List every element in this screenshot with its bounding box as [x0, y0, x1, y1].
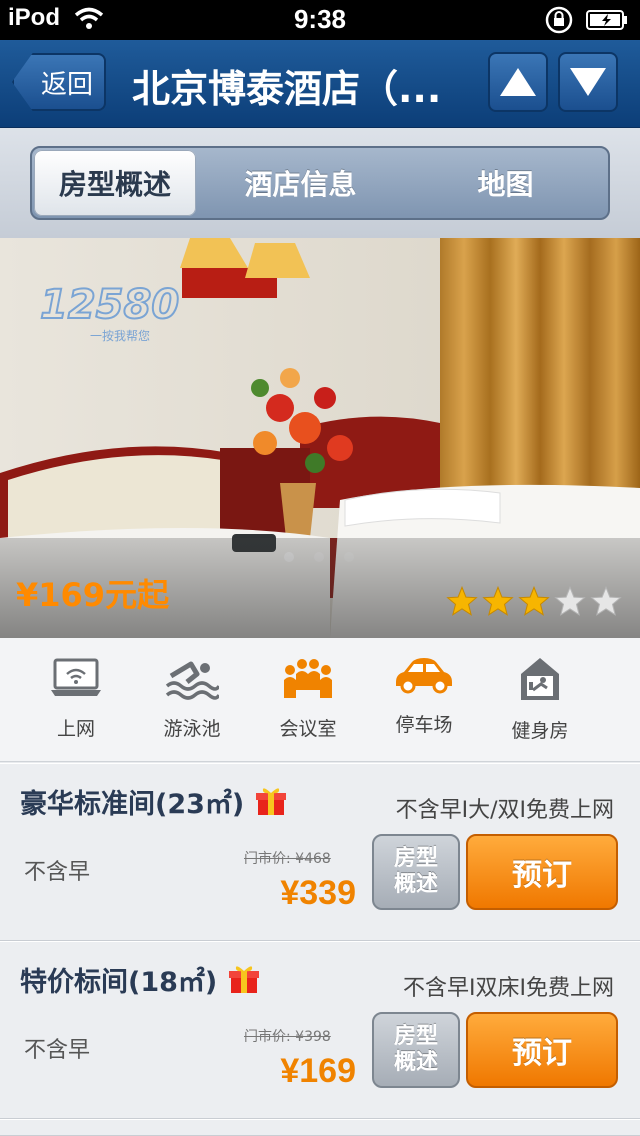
laptop-icon [51, 658, 101, 696]
meeting-icon [284, 659, 332, 698]
swimmer-icon [165, 661, 221, 700]
room-price: ¥169 [280, 1052, 356, 1090]
arrow-down-icon [570, 68, 606, 96]
amenity-label: 健身房 [511, 720, 569, 742]
star-empty-icon [590, 586, 622, 616]
starting-price: ¥169元起 [16, 576, 170, 614]
arrow-up-icon [500, 68, 536, 96]
book-button[interactable]: 预订 [466, 834, 618, 910]
amenity-internet: 上网 [26, 656, 126, 741]
tab-room-overview[interactable]: 房型概述 [34, 150, 196, 216]
tab-area: 房型概述 酒店信息 地图 [0, 128, 640, 238]
nav-bar: 返回 北京博泰酒店（... [0, 40, 640, 128]
breakfast-info: 不含早 [24, 1038, 91, 1063]
star-filled-icon [446, 586, 478, 616]
room-name-row: 特价标间(18㎡) [20, 960, 259, 999]
battery-icon [586, 10, 627, 30]
room-name-row: 豪华标准间(23㎡) [20, 782, 286, 821]
gift-icon [255, 788, 286, 815]
book-button[interactable]: 预订 [466, 1012, 618, 1088]
room-name: 豪华标准间(23㎡) [20, 789, 245, 820]
tab-hotel-info[interactable]: 酒店信息 [198, 148, 403, 218]
star-filled-icon [482, 586, 514, 616]
amenity-label: 会议室 [279, 718, 337, 740]
amenity-pool: 游泳池 [142, 656, 242, 741]
status-bar: iPod 9:38 [0, 0, 640, 40]
room-card-partial [0, 1119, 640, 1136]
previous-button[interactable] [488, 52, 548, 112]
room-name: 特价标间(18㎡) [20, 967, 218, 998]
room-overview-button[interactable]: 房型概述 [372, 834, 460, 910]
car-icon [396, 658, 452, 694]
amenities-strip[interactable]: 上网 游泳池 会议室 停车场 健身房 [0, 638, 640, 762]
back-button[interactable]: 返回 [12, 53, 106, 111]
room-card: 豪华标准间(23㎡) 不含早I大/双I免费上网 不含早 门市价: ¥468 ¥3… [0, 763, 640, 941]
gym-icon [521, 658, 559, 700]
tab-map[interactable]: 地图 [403, 148, 608, 218]
room-card: 特价标间(18㎡) 不含早I双床I免费上网 不含早 门市价: ¥398 ¥169… [0, 941, 640, 1119]
watermark-tagline: 一按我帮您 [90, 328, 150, 343]
amenity-gym: 健身房 [490, 656, 590, 743]
amenity-label: 停车场 [395, 714, 453, 736]
room-photo[interactable]: 12580 一按我帮您 ¥169元起 [0, 238, 640, 638]
room-overview-label: 房型概述 [393, 846, 438, 897]
room-price: ¥339 [280, 874, 356, 912]
watermark-logo: 12580 [40, 282, 179, 328]
page-title: 北京博泰酒店（... [132, 67, 442, 111]
gift-icon [228, 966, 259, 993]
star-rating [446, 586, 622, 616]
amenity-label: 上网 [56, 718, 95, 740]
star-filled-icon [518, 586, 550, 616]
rotation-lock-icon [545, 6, 573, 34]
room-description: 不含早I双床I免费上网 [403, 976, 614, 1001]
amenity-parking: 停车场 [374, 656, 474, 737]
room-overview-label: 房型概述 [393, 1024, 438, 1075]
amenity-label: 游泳池 [163, 718, 221, 740]
market-price: 门市价: ¥468 [244, 851, 331, 867]
room-overview-button[interactable]: 房型概述 [372, 1012, 460, 1088]
star-empty-icon [554, 586, 586, 616]
room-description: 不含早I大/双I免费上网 [395, 798, 614, 823]
amenity-meeting-room: 会议室 [258, 656, 358, 741]
segmented-control: 房型概述 酒店信息 地图 [30, 146, 610, 220]
status-right [544, 5, 628, 35]
breakfast-info: 不含早 [24, 860, 91, 885]
next-button[interactable] [558, 52, 618, 112]
market-price: 门市价: ¥398 [244, 1029, 331, 1045]
